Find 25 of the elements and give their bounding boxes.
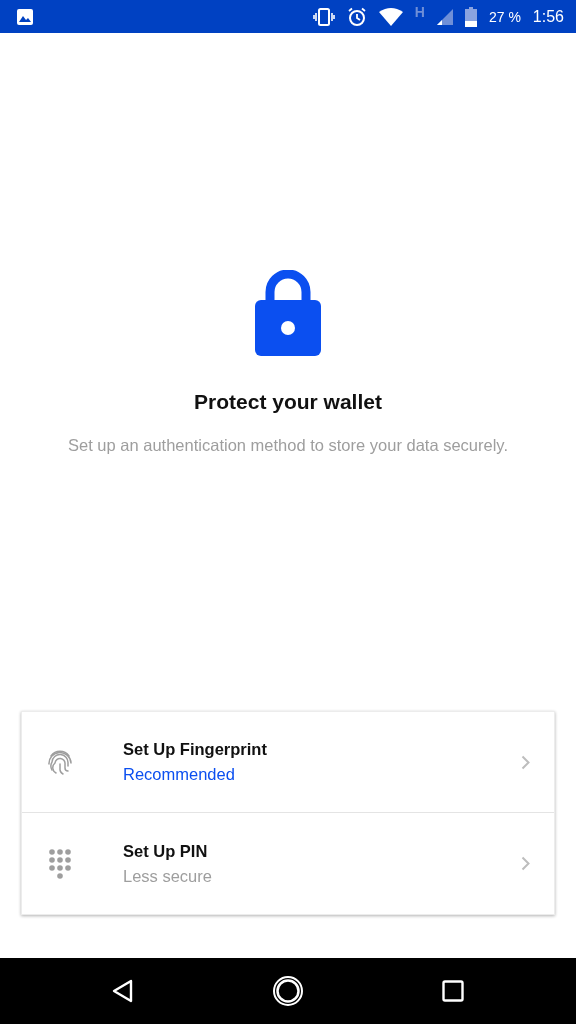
fingerprint-icon bbox=[47, 748, 73, 776]
chevron-icon bbox=[521, 856, 530, 871]
description: Set up an authentication method to store your data securely. bbox=[68, 435, 508, 456]
option-row[interactable]: Set Up PIN Less secure bbox=[22, 813, 554, 914]
signal-icon bbox=[436, 8, 453, 25]
screen-title: Protect your wallet bbox=[194, 390, 382, 414]
wifi-icon bbox=[378, 7, 403, 26]
network-type: H bbox=[414, 3, 425, 20]
chevron-icon bbox=[521, 754, 530, 770]
keypad-icon bbox=[47, 848, 73, 879]
alarm-icon bbox=[346, 6, 367, 27]
battery-icon bbox=[464, 6, 477, 27]
clock: 1:56 bbox=[532, 7, 564, 26]
option-row[interactable]: Set Up Fingerprint Recommended bbox=[22, 712, 554, 813]
vibrate-icon bbox=[312, 7, 335, 26]
option-subtitle: Recommended bbox=[123, 765, 236, 784]
option-title: Set Up Fingerprint bbox=[123, 740, 268, 759]
lock-icon bbox=[255, 270, 321, 356]
option-subtitle: Less secure bbox=[123, 866, 213, 886]
home-icon[interactable] bbox=[272, 975, 304, 1007]
battery-level: 27 % bbox=[488, 8, 521, 25]
recents-icon[interactable] bbox=[442, 980, 464, 1002]
image-icon bbox=[16, 7, 34, 26]
back-icon[interactable] bbox=[112, 979, 134, 1003]
option-title: Set Up PIN bbox=[123, 841, 209, 861]
